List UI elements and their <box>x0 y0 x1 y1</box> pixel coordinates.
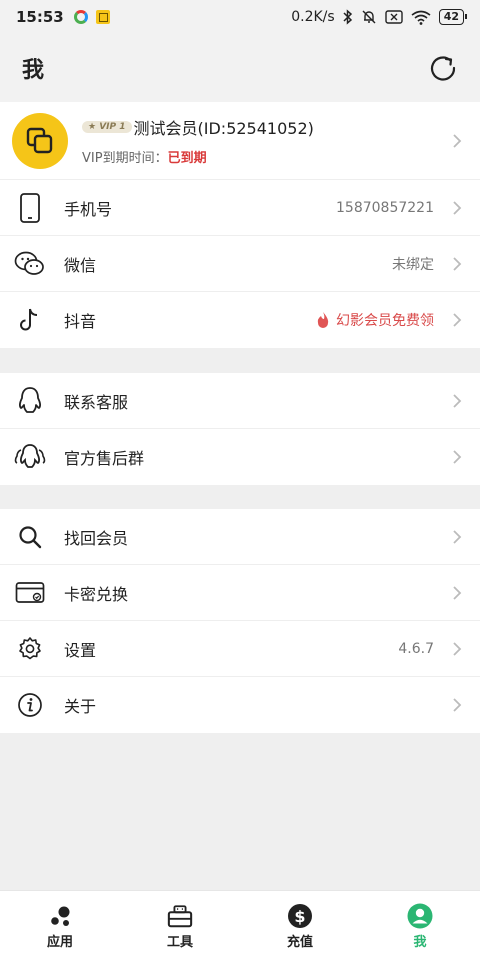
row-label: 手机号 <box>64 199 113 219</box>
bottom-tab-bar: 应用 工具 $ 充值 我 <box>0 890 480 960</box>
bluetooth-icon <box>343 9 352 25</box>
sim-blocked-icon <box>384 10 403 24</box>
row-contact-support[interactable]: 联系客服 <box>0 373 480 429</box>
chevron-right-icon <box>453 133 462 148</box>
row-label: 联系客服 <box>64 392 129 412</box>
vip-expiry-status: 已到期 <box>167 151 207 166</box>
dollar-coin-icon: $ <box>288 904 312 928</box>
notification-copy-app-icon <box>95 10 110 24</box>
battery-level: 42 <box>438 9 468 25</box>
row-label: 官方售后群 <box>64 449 145 468</box>
row-about[interactable]: 关于 <box>0 677 480 733</box>
chevron-right-icon <box>453 393 462 408</box>
apps-dots-icon <box>51 906 70 926</box>
flame-icon <box>317 312 329 328</box>
tab-recharge[interactable]: $ 充值 <box>240 891 360 960</box>
page-title: 我 <box>22 58 45 83</box>
douyin-promo: 幻影会员免费领 <box>316 310 434 330</box>
network-speed: 0.2K/s <box>291 9 335 25</box>
search-icon <box>19 525 42 548</box>
svg-text:$: $ <box>294 907 305 926</box>
qq-penguin-icon <box>19 386 41 413</box>
qq-group-icon <box>14 444 46 468</box>
chevron-right-icon <box>453 529 462 544</box>
account-section: ★ VIP 1 测试会员(ID:52541052) VIP到期时间：已到期 手机… <box>0 102 480 348</box>
chevron-right-icon <box>453 641 462 656</box>
row-label: 微信 <box>64 255 97 275</box>
profile-card[interactable]: ★ VIP 1 测试会员(ID:52541052) VIP到期时间：已到期 <box>0 102 480 180</box>
row-after-sales-group[interactable]: 官方售后群 <box>0 429 480 485</box>
notification-app-icon <box>73 10 88 24</box>
row-label: 找回会员 <box>64 528 129 548</box>
wechat-status: 未绑定 <box>392 256 434 273</box>
chevron-right-icon <box>453 256 462 271</box>
phone-number: 15870857221 <box>336 199 434 216</box>
row-label: 卡密兑换 <box>64 584 129 604</box>
wifi-icon <box>411 10 431 25</box>
tab-label: 我 <box>413 935 427 950</box>
phone-icon <box>20 192 40 223</box>
row-wechat[interactable]: 微信 未绑定 <box>0 236 480 292</box>
row-card-redeem[interactable]: 卡密兑换 <box>0 565 480 621</box>
chevron-right-icon <box>453 585 462 600</box>
member-name: 测试会员(ID:52541052) <box>133 119 314 138</box>
app-version: 4.6.7 <box>398 640 434 657</box>
vip-expiry-label: VIP到期时间： <box>82 151 168 166</box>
row-settings[interactable]: 设置 4.6.7 <box>0 621 480 677</box>
row-phone[interactable]: 手机号 15870857221 <box>0 180 480 236</box>
chevron-right-icon <box>453 200 462 215</box>
copy-logo-icon <box>26 127 53 153</box>
status-time: 15:53 <box>16 8 64 26</box>
chevron-right-icon <box>453 698 462 712</box>
row-label: 关于 <box>64 697 97 716</box>
row-douyin[interactable]: 抖音 幻影会员免费领 <box>0 292 480 348</box>
tab-tools[interactable]: 工具 <box>120 891 240 960</box>
avatar <box>12 112 68 169</box>
page-header: 我 <box>0 34 480 102</box>
tab-me[interactable]: 我 <box>360 891 480 960</box>
toolbox-icon <box>167 905 193 928</box>
misc-section: 找回会员 卡密兑换 设置 4.6.7 关于 <box>0 509 480 733</box>
refresh-icon[interactable] <box>428 53 458 83</box>
card-redeem-icon <box>15 581 45 603</box>
vip-badge: ★ VIP 1 <box>82 121 132 133</box>
tab-label: 应用 <box>46 935 73 950</box>
tab-label: 工具 <box>166 935 193 950</box>
row-recover-membership[interactable]: 找回会员 <box>0 509 480 565</box>
gear-icon <box>19 636 41 659</box>
chevron-right-icon <box>453 450 462 464</box>
wechat-icon <box>14 251 44 275</box>
row-label: 抖音 <box>64 312 97 331</box>
support-section: 联系客服 官方售后群 <box>0 373 480 485</box>
status-bar: 15:53 0.2K/s 42 <box>0 0 480 34</box>
tab-label: 充值 <box>286 935 313 950</box>
row-label: 设置 <box>64 640 97 660</box>
tab-apps[interactable]: 应用 <box>0 891 120 960</box>
mute-bell-icon <box>362 10 376 24</box>
user-avatar-icon <box>407 903 433 929</box>
douyin-icon <box>20 308 38 331</box>
info-icon <box>18 693 42 717</box>
chevron-right-icon <box>453 313 462 327</box>
